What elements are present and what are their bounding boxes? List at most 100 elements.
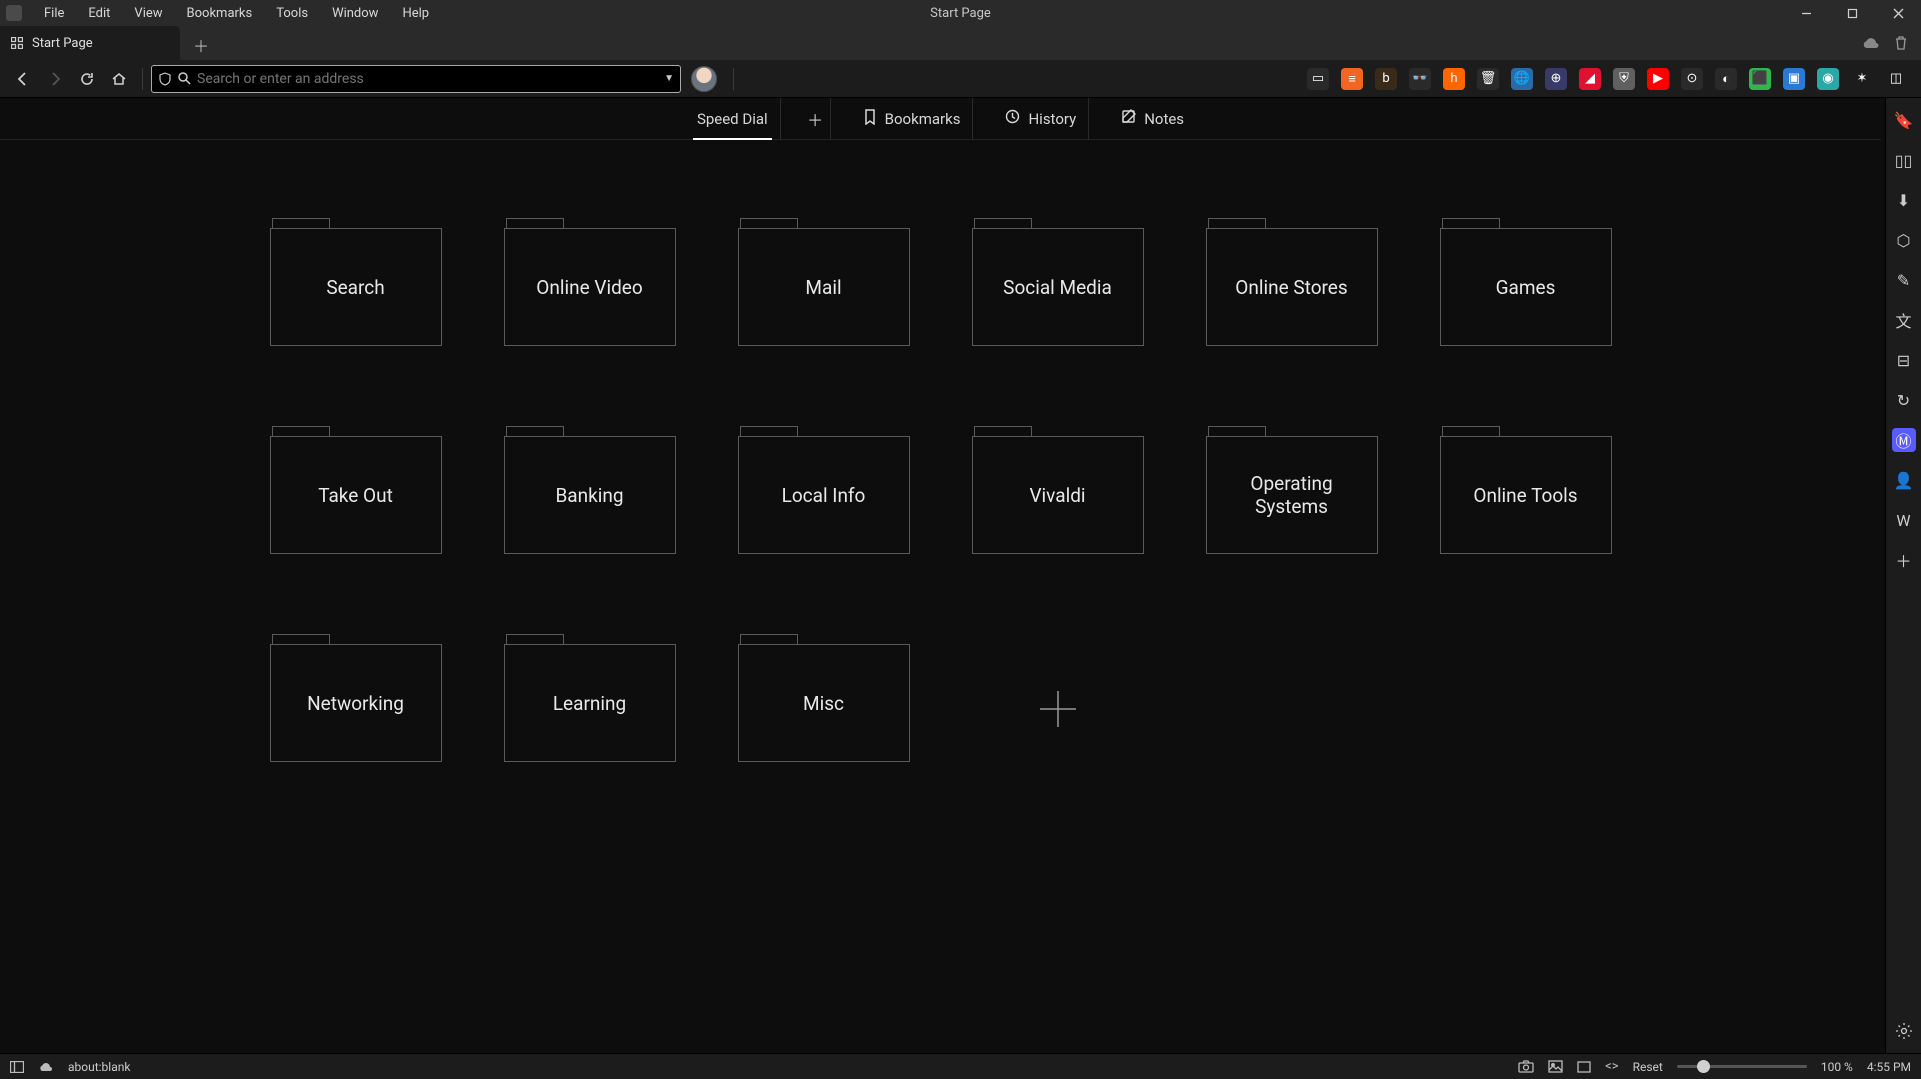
speed-dial-folder[interactable]: Search [270,228,442,358]
panel-toggle-icon[interactable] [10,1061,24,1073]
notes-panel[interactable]: ✎ [1892,268,1916,292]
speed-dial-folder[interactable]: Social Media [972,228,1144,358]
extension-honey[interactable]: h [1443,68,1465,90]
tiling-icon[interactable] [1577,1061,1591,1073]
extension-darkreader[interactable]: 👓 [1409,68,1431,90]
extension-teal-ext[interactable]: ◉ [1817,68,1839,90]
menu-file[interactable]: File [32,6,76,21]
tab-notes-label: Notes [1144,110,1184,128]
add-speed-dial-group[interactable]: ＋ [801,98,831,140]
tab-label: Start Page [32,36,93,51]
maximize-button[interactable] [1829,0,1875,26]
side-panel: 🔖 ▯▯ ⬇ ⬡ ✎ 文 ⊟ ↻ Ⓜ 👤 W ＋ [1885,98,1921,1053]
add-speed-dial[interactable] [972,644,1144,774]
tab-notes[interactable]: Notes [1109,98,1196,140]
reading-list-panel[interactable]: ▯▯ [1892,148,1916,172]
sessions-panel[interactable]: ↻ [1892,388,1916,412]
extension-globe2[interactable]: ⊕ [1545,68,1567,90]
back-button[interactable] [8,64,38,94]
image-icon[interactable] [1548,1060,1563,1073]
speed-dial-folder[interactable]: Local Info [738,436,910,566]
menu-edit[interactable]: Edit [76,6,122,21]
close-button[interactable] [1875,0,1921,26]
speed-dial-folder-label: Operating Systems [1206,436,1378,554]
speed-dial-icon [10,36,24,50]
reload-button[interactable] [72,64,102,94]
downloads-panel[interactable]: ⬇ [1892,188,1916,212]
extension-toggle[interactable]: ◐ [1715,68,1737,90]
speed-dial-folder-label: Online Tools [1440,436,1612,554]
menu-bar: File Edit View Bookmarks Tools Window He… [0,0,1921,26]
speed-dial-area: Search Online Video Mail Social Media Online… [0,140,1921,1053]
extension-toolbar: ▭ ≡ b 👓 h 🗑 🌐 ⊕ ◢ ⛨ ▶ ⊙ ◐ ⬛ ▣ ◉ ✶ ◫ [1307,68,1913,90]
speed-dial-folder[interactable]: Games [1440,228,1612,358]
new-tab-button[interactable]: ＋ [186,30,216,60]
profile-panel[interactable]: 👤 [1892,468,1916,492]
bookmark-icon [863,109,877,129]
speed-dial-folder-label: Mail [738,228,910,346]
wiki-panel[interactable]: W [1892,508,1916,532]
sync-status-icon[interactable] [38,1061,54,1073]
minimize-button[interactable] [1783,0,1829,26]
clock-icon [1005,109,1020,128]
extension-trash[interactable]: 🗑 [1477,68,1499,90]
extension-blue-ext[interactable]: ▣ [1783,68,1805,90]
app-icon[interactable] [6,5,22,21]
menu-bookmarks[interactable]: Bookmarks [175,6,265,21]
extension-green-ext[interactable]: ⬛ [1749,68,1771,90]
devtools-icon[interactable]: <> [1605,1059,1618,1074]
extension-youtube[interactable]: ▶ [1647,68,1669,90]
speed-dial-folder[interactable]: Banking [504,436,676,566]
extension-reader-view[interactable]: ▭ [1307,68,1329,90]
menu-window[interactable]: Window [320,6,390,21]
forward-button[interactable] [40,64,70,94]
zoom-reset[interactable]: Reset [1633,1060,1663,1074]
trash-icon[interactable] [1891,33,1911,53]
translate-panel[interactable]: 文 [1892,308,1916,332]
window-panel[interactable]: ⊟ [1892,348,1916,372]
speed-dial-folder[interactable]: Online Video [504,228,676,358]
extension-ublock[interactable]: ⛨ [1613,68,1635,90]
settings-icon[interactable] [1892,1019,1916,1043]
speed-dial-folder[interactable]: Online Stores [1206,228,1378,358]
extension-red-ext[interactable]: ◢ [1579,68,1601,90]
bookmarks-panel[interactable]: 🔖 [1892,108,1916,132]
speed-dial-folder-label: Banking [504,436,676,554]
speed-dial-folder[interactable]: Networking [270,644,442,774]
extension-panel-toggle[interactable]: ◫ [1885,68,1907,90]
speed-dial-folder[interactable]: Learning [504,644,676,774]
tab-history[interactable]: History [993,98,1089,140]
speed-dial-folder[interactable]: Vivaldi [972,436,1144,566]
tab-bookmarks[interactable]: Bookmarks [851,98,974,140]
extension-extensions[interactable]: ✶ [1851,68,1873,90]
url-dropdown-icon[interactable]: ▼ [664,73,674,84]
speed-dial-folder[interactable]: Operating Systems [1206,436,1378,566]
tab-speed-dial[interactable]: Speed Dial [685,98,781,140]
sync-icon[interactable] [1861,33,1881,53]
speed-dial-folder-label: Online Stores [1206,228,1378,346]
tab-start-page[interactable]: Start Page [0,26,180,60]
menu-tools[interactable]: Tools [264,6,320,21]
extension-brave[interactable]: b [1375,68,1397,90]
speed-dial-folder-label: Learning [504,644,676,762]
zoom-slider[interactable] [1677,1065,1807,1068]
url-input[interactable] [197,71,658,87]
mastodon-panel[interactable]: Ⓜ [1892,428,1916,452]
speed-dial-folder[interactable]: Online Tools [1440,436,1612,566]
menu-view[interactable]: View [122,6,174,21]
speed-dial-folder[interactable]: Misc [738,644,910,774]
extension-globe[interactable]: 🌐 [1511,68,1533,90]
speed-dial-folder[interactable]: Take Out [270,436,442,566]
speed-dial-folder[interactable]: Mail [738,228,910,358]
menu-help[interactable]: Help [390,6,441,21]
profile-avatar[interactable] [691,66,717,92]
separator [733,68,734,90]
home-button[interactable] [104,64,134,94]
extension-steam[interactable]: ⊙ [1681,68,1703,90]
capture-icon[interactable] [1518,1060,1534,1073]
extension-rss[interactable]: ≡ [1341,68,1363,90]
url-field[interactable]: ▼ [151,65,681,93]
add-panel[interactable]: ＋ [1892,548,1916,572]
history-panel[interactable]: ⬡ [1892,228,1916,252]
status-bar: about:blank <> Reset 100 % 4:55 PM [0,1053,1921,1079]
